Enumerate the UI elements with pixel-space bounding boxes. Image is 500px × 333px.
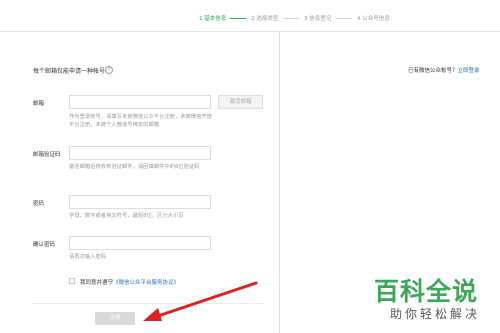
watermark-sub-text: 助你轻松解决 <box>390 307 481 321</box>
watermark-main-text: 百科全说 <box>374 277 479 306</box>
watermark-logo: 百科全说 助你轻松解决 <box>366 272 496 328</box>
